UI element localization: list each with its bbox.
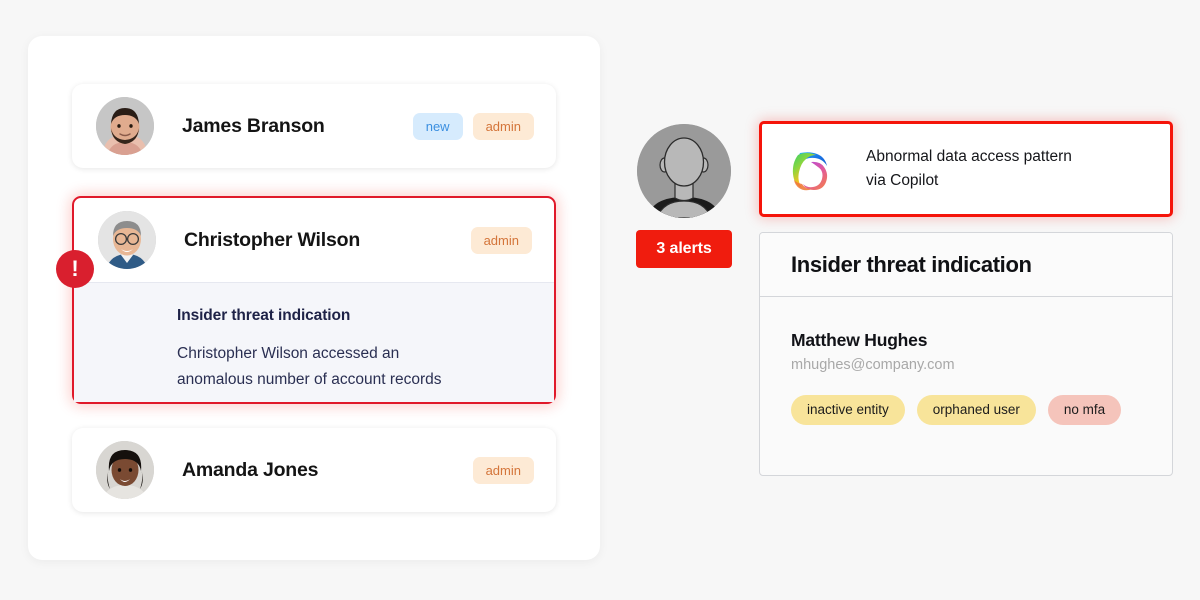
- badge-admin[interactable]: admin: [470, 226, 532, 254]
- user-card-james-branson[interactable]: James Branson new admin: [72, 84, 556, 168]
- avatar-placeholder-silhouette: [637, 124, 731, 218]
- threat-card-title: Insider threat indication: [791, 251, 1032, 277]
- alerts-count-badge[interactable]: 3 alerts: [636, 230, 732, 268]
- insider-threat-detail: Insider threat indication Christopher Wi…: [74, 282, 554, 402]
- user-badges: admin: [470, 226, 532, 254]
- copilot-alert-text: Abnormal data access pattern via Copilot: [866, 145, 1072, 193]
- user-card-row: Christopher Wilson admin: [74, 198, 554, 282]
- user-name: James Branson: [182, 114, 325, 137]
- user-card-row: Amanda Jones admin: [72, 428, 556, 512]
- entity-tag-list: inactive entity orphaned user no mfa: [791, 395, 1141, 425]
- tag-inactive-entity[interactable]: inactive entity: [791, 395, 905, 425]
- avatar-photo-bearded-man: [96, 97, 154, 155]
- user-badges: admin: [472, 456, 534, 484]
- tag-no-mfa[interactable]: no mfa: [1047, 395, 1122, 425]
- entity-email: mhughes@company.com: [791, 357, 955, 373]
- user-card-amanda-jones[interactable]: Amanda Jones admin: [72, 428, 556, 512]
- user-name: Amanda Jones: [182, 458, 319, 481]
- copilot-alert-box[interactable]: Abnormal data access pattern via Copilot: [759, 121, 1173, 217]
- badge-admin[interactable]: admin: [472, 456, 534, 484]
- user-name: Christopher Wilson: [184, 228, 361, 251]
- detail-body-line2: anomalous number of account records: [177, 370, 442, 388]
- screenshot-stage: James Branson new admin ! Christopher Wi…: [0, 0, 1200, 600]
- exclamation-icon: !: [56, 250, 94, 288]
- badge-admin[interactable]: admin: [472, 112, 534, 140]
- tag-orphaned-user[interactable]: orphaned user: [916, 395, 1036, 425]
- user-card-row: James Branson new admin: [72, 84, 556, 168]
- entity-name: Matthew Hughes: [791, 330, 928, 350]
- microsoft-copilot-icon: [788, 146, 834, 192]
- user-list-panel: James Branson new admin ! Christopher Wi…: [28, 36, 600, 560]
- detail-body: Christopher Wilson accessed an anomalous…: [177, 341, 477, 392]
- avatar-photo-woman: [96, 441, 154, 499]
- user-card-christopher-wilson-alerted[interactable]: ! Christopher Wilson admin Insider threa…: [56, 196, 556, 404]
- insider-threat-card: Insider threat indication Matthew Hughes…: [759, 232, 1173, 476]
- detail-title: Insider threat indication: [177, 307, 351, 324]
- threat-card-body: Matthew Hughes mhughes@company.com inact…: [760, 297, 1172, 425]
- copilot-alert-line2: via Copilot: [866, 172, 939, 189]
- copilot-alert-line1: Abnormal data access pattern: [866, 147, 1072, 165]
- user-badges: new admin: [412, 112, 534, 140]
- avatar-photo-glasses-man: [98, 211, 156, 269]
- badge-new[interactable]: new: [412, 112, 463, 140]
- threat-card-header: Insider threat indication: [760, 233, 1172, 297]
- detail-body-line1: Christopher Wilson accessed an: [177, 345, 400, 362]
